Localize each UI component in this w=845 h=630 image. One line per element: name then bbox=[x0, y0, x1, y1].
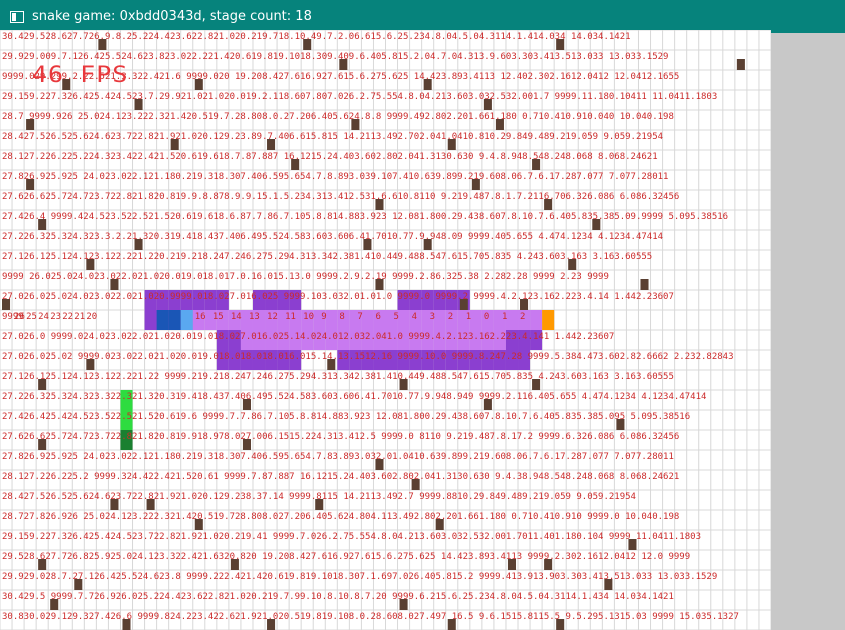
heuristic-row-text: 27.126.125.124.123.122.221.22 9999.219.2… bbox=[2, 372, 674, 382]
window-app-icon bbox=[10, 10, 24, 23]
heuristic-row-text: 28.127.226.225.2 9999.324.422.421.520.61… bbox=[2, 472, 679, 482]
heuristic-row-text: 28.7 9999.926 25.024.123.222.321.420.519… bbox=[2, 112, 674, 122]
heuristic-row-text: 28.427.526.525.624.623.722.821.921.020.1… bbox=[2, 132, 663, 142]
snake-body-segment bbox=[180, 310, 193, 330]
path-step-label: 3 bbox=[430, 312, 435, 322]
heuristic-row-text: 28.427.526.525.624.623.722.821.921.020.1… bbox=[2, 492, 636, 502]
path-step-label: 1 bbox=[502, 312, 507, 322]
obstacle-block bbox=[736, 59, 745, 70]
heuristic-row-text: 9999 26.025.024.023.022.021.020.019.018.… bbox=[2, 272, 609, 282]
heuristic-row-text: 27.026.025.024.023.022.021.020.9999.018.… bbox=[2, 292, 674, 302]
heuristic-row-text: 27.226.325.324.323.322.321.320.319.418.4… bbox=[2, 392, 706, 402]
heuristic-row-text: 27.026.0 9999.024.023.022.021.020.019.01… bbox=[2, 332, 614, 342]
search-path-cell bbox=[144, 310, 157, 330]
heuristic-row-text: 27.826.925.925 24.023.022.121.180.219.31… bbox=[2, 172, 668, 182]
fps-counter: 46 FPS bbox=[32, 61, 129, 88]
heuristic-row-text: 27.226.325.324.323.3.2.21.320.319.418.43… bbox=[2, 232, 663, 242]
path-step-label: 10 bbox=[303, 312, 314, 322]
heuristic-row-text: 30.830.029.129.327.426.6 9999.824.223.42… bbox=[2, 612, 739, 622]
snake-row-label: 20 bbox=[86, 312, 97, 322]
path-step-label: 11 bbox=[285, 312, 296, 322]
window-title: snake game: 0xbdd0343d, stage count: 18 bbox=[32, 9, 312, 24]
snake-row-label: 26 bbox=[14, 312, 25, 322]
snake-body-segment bbox=[156, 310, 169, 330]
heuristic-row-text: 27.826.925.925 24.023.022.121.180.219.31… bbox=[2, 452, 674, 462]
heuristic-row-text: 29.528.627.726.825.925.024.123.322.421.6… bbox=[2, 552, 690, 562]
snake-row-label: 22 bbox=[62, 312, 73, 322]
path-step-label: 12 bbox=[267, 312, 278, 322]
heuristic-row-text: 27.126.125.124.123.122.221.220.219.218.2… bbox=[2, 252, 652, 262]
game-board: 30.429.528.627.726.9.8.25.224.423.622.82… bbox=[0, 30, 771, 630]
search-path-cell bbox=[397, 310, 410, 330]
heuristic-row-text: 27.426.4 9999.424.523.522.521.520.619.61… bbox=[2, 212, 728, 222]
path-step-label: 2 bbox=[520, 312, 525, 322]
path-step-label: 9 bbox=[321, 312, 326, 322]
heuristic-row-text: 28.127.226.225.224.323.422.421.520.619.6… bbox=[2, 152, 658, 162]
window-titlebar: snake game: 0xbdd0343d, stage count: 18 bbox=[0, 0, 845, 33]
path-step-label: 4 bbox=[412, 312, 417, 322]
path-step-label: 1 bbox=[466, 312, 471, 322]
heuristic-row-text: 27.626.625.724.723.722.821.820.819.9.8.8… bbox=[2, 192, 679, 202]
heuristic-row-text: 27.426.425.424.523.522.521.520.619.6 999… bbox=[2, 412, 690, 422]
search-path-cell bbox=[325, 310, 338, 330]
heuristic-row-text: 30.429.528.627.726.9.8.25.224.423.622.82… bbox=[2, 32, 631, 42]
search-path-cell bbox=[505, 310, 519, 330]
search-path-cell bbox=[433, 310, 446, 330]
heuristic-row-text: 30.429.5 9999.7.726.926.025.224.423.622.… bbox=[2, 592, 674, 602]
heuristic-row-text: 27.026.025.02 9999.023.022.021.020.019.0… bbox=[2, 352, 734, 362]
snake-row-label: 25 bbox=[26, 312, 37, 322]
path-step-label: 2 bbox=[448, 312, 453, 322]
path-step-label: 15 bbox=[213, 312, 224, 322]
path-step-label: 13 bbox=[249, 312, 260, 322]
side-panel bbox=[771, 33, 845, 630]
snake-row-label: 24 bbox=[38, 312, 49, 322]
path-step-label: 14 bbox=[231, 312, 242, 322]
path-step-label: 5 bbox=[394, 312, 399, 322]
search-path-cell bbox=[361, 310, 374, 330]
path-step-label: 0 bbox=[484, 312, 489, 322]
path-step-label: 6 bbox=[375, 312, 380, 322]
heuristic-row-text: 29.929.028.7.27.126.425.524.623.8 9999.2… bbox=[2, 572, 717, 582]
path-step-label: 16 bbox=[195, 312, 206, 322]
heuristic-row-text: 29.159.227.326.425.424.523.722.821.921.0… bbox=[2, 532, 701, 542]
board-svg: 30.429.528.627.726.9.8.25.224.423.622.82… bbox=[0, 30, 771, 630]
search-path-cell bbox=[530, 310, 543, 330]
heuristic-row-text: 28.727.826.926 25.024.123.222.321.420.51… bbox=[2, 512, 679, 522]
path-step-label: 7 bbox=[357, 312, 362, 322]
heuristic-row-text: 27.626.625.724.723.722.821.820.819.918.9… bbox=[2, 432, 679, 442]
snake-row-label: 23 bbox=[50, 312, 61, 322]
search-path-cell bbox=[469, 310, 482, 330]
path-step-label: 8 bbox=[339, 312, 344, 322]
obstacle-block bbox=[640, 279, 649, 290]
snake-head bbox=[542, 310, 555, 330]
snake-body-segment bbox=[168, 310, 181, 330]
heuristic-row-text: 29.159.227.326.425.424.523.7.29.921.021.… bbox=[2, 92, 717, 102]
snake-row-label: 21 bbox=[74, 312, 85, 322]
